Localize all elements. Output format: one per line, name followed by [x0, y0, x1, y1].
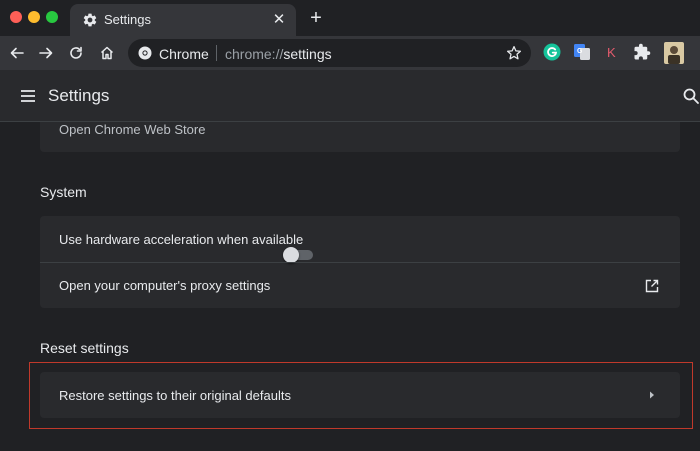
url-host: settings — [283, 46, 332, 62]
back-arrow-icon[interactable] — [5, 41, 29, 65]
new-tab-button[interactable]: + — [306, 8, 326, 28]
grammarly-icon[interactable] — [543, 43, 561, 61]
omnibox-url[interactable]: chrome://settings — [225, 46, 332, 62]
toggle-knob — [283, 247, 300, 263]
hamburger-menu-icon[interactable] — [19, 87, 37, 105]
browser-toolbar: Chrome chrome://settings G K — [0, 36, 700, 70]
extensions-puzzle-icon[interactable] — [633, 43, 651, 61]
svg-text:K: K — [607, 45, 616, 60]
chrome-logo-icon — [138, 46, 152, 60]
open-web-store-label: Open Chrome Web Store — [59, 122, 206, 137]
home-icon[interactable] — [95, 41, 119, 65]
web-store-card: Open Chrome Web Store — [40, 122, 680, 152]
section-title-system: System — [40, 184, 87, 200]
external-link-icon — [645, 279, 659, 292]
hardware-acceleration-label: Use hardware acceleration when available — [59, 231, 304, 247]
settings-content: Open Chrome Web Store System Use hardwar… — [0, 122, 700, 451]
window-zoom-button[interactable] — [46, 11, 58, 23]
window-close-button[interactable] — [10, 11, 22, 23]
window-minimize-button[interactable] — [28, 11, 40, 23]
proxy-settings-label: Open your computer's proxy settings — [59, 278, 271, 293]
hardware-acceleration-row[interactable]: Use hardware acceleration when available — [40, 216, 680, 263]
proxy-settings-row[interactable]: Open your computer's proxy settings — [40, 262, 680, 308]
bookmark-star-icon[interactable] — [505, 44, 523, 62]
omnibox[interactable]: Chrome chrome://settings — [128, 39, 531, 67]
tab-close-icon[interactable]: ✕ — [270, 11, 288, 29]
gear-icon — [83, 13, 97, 27]
settings-header: Settings — [0, 70, 700, 122]
k-extension-icon[interactable]: K — [603, 43, 621, 61]
system-card: Use hardware acceleration when available… — [40, 216, 680, 308]
tab-settings[interactable]: Settings ✕ — [70, 4, 296, 36]
search-icon[interactable] — [682, 87, 700, 105]
svg-text:G: G — [577, 48, 583, 55]
open-web-store-row[interactable]: Open Chrome Web Store — [40, 122, 680, 152]
page-title: Settings — [48, 86, 110, 105]
profile-avatar-icon[interactable] — [664, 42, 684, 64]
omnibox-origin-chip: Chrome — [159, 46, 209, 62]
reload-icon[interactable] — [64, 41, 88, 65]
highlight-box — [29, 362, 693, 429]
omnibox-separator — [216, 45, 217, 61]
google-translate-icon[interactable]: G — [573, 43, 591, 61]
hardware-acceleration-toggle[interactable] — [283, 247, 314, 263]
section-title-reset: Reset settings — [40, 340, 129, 356]
forward-arrow-icon[interactable] — [34, 41, 58, 65]
tab-title: Settings — [104, 12, 151, 27]
url-scheme: chrome:// — [225, 46, 284, 62]
tab-strip: Settings ✕ + — [0, 0, 700, 36]
